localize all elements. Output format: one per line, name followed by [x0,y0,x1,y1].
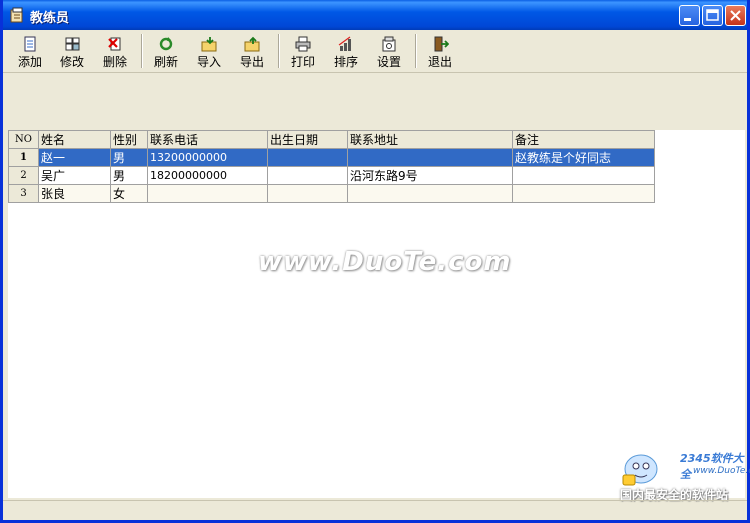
app-window: 教练员 添加 修改 删除 刷新 导入 导出 打印 排序 设置 退出 NO 姓名 … [0,0,750,523]
birthdate-cell[interactable] [267,148,348,167]
close-button[interactable] [725,5,746,26]
phone-cell[interactable]: 13200000000 [147,148,268,167]
settings-button[interactable]: 设置 [371,33,407,69]
import-button[interactable]: 导入 [191,33,227,69]
settings-label: 设置 [376,55,401,69]
phone-cell[interactable]: 18200000000 [147,166,268,185]
import-folder-icon [201,37,217,52]
print-button[interactable]: 打印 [285,33,321,69]
minimize-icon [684,18,691,21]
phone-cell[interactable] [147,184,268,203]
edit-button[interactable]: 修改 [54,33,90,69]
name-cell[interactable]: 吴广 [38,166,111,185]
remarks-cell[interactable] [512,184,655,203]
edit-label: 修改 [59,55,84,69]
exit-door-icon [434,36,449,52]
name-cell[interactable]: 张良 [38,184,111,203]
close-icon [730,10,741,21]
sort-label: 排序 [333,55,358,69]
print-label: 打印 [290,55,315,69]
export-label: 导出 [239,55,264,69]
toolbar-separator [278,34,280,68]
settings-icon [382,36,396,52]
app-icon [9,7,25,23]
delete-button[interactable]: 删除 [97,33,133,69]
column-header-no[interactable]: NO [8,130,39,149]
maximize-icon [706,9,719,21]
delete-icon [108,37,121,51]
delete-label: 删除 [102,55,127,69]
refresh-button[interactable]: 刷新 [148,33,184,69]
exit-label: 退出 [427,55,452,69]
watermark-text: www.DuoTe.com [258,247,512,277]
remarks-cell[interactable]: 赵教练是个好同志 [512,148,655,167]
sort-button[interactable]: 排序 [328,33,364,69]
table-header-row: NO 姓名 性别 联系电话 出生日期 联系地址 备注 [8,130,655,149]
address-cell[interactable]: 沿河东路9号 [347,166,513,185]
logo-url: www.DuoTe.com [693,466,750,476]
table-row[interactable]: 1 赵一 男 13200000000 赵教练是个好同志 [8,148,655,167]
table-row[interactable]: 3 张良 女 [8,184,655,203]
row-number: 3 [8,184,39,203]
coach-table[interactable]: NO 姓名 性别 联系电话 出生日期 联系地址 备注 1 赵一 男 132000… [8,130,655,203]
address-cell[interactable] [347,148,513,167]
add-button[interactable]: 添加 [12,33,48,69]
column-header-remarks[interactable]: 备注 [512,130,655,149]
birthdate-cell[interactable] [267,184,348,203]
name-cell[interactable]: 赵一 [38,148,111,167]
row-number: 2 [8,166,39,185]
edit-grid-icon [65,37,80,51]
export-folder-icon [244,36,260,52]
column-header-birthdate[interactable]: 出生日期 [267,130,348,149]
toolbar: 添加 修改 删除 刷新 导入 导出 打印 排序 设置 退出 [3,30,747,73]
printer-icon [295,36,311,52]
toolbar-separator [141,34,143,68]
title-bar[interactable]: 教练员 [3,0,747,30]
add-label: 添加 [17,55,42,69]
remarks-cell[interactable] [512,166,655,185]
row-number: 1 [8,148,39,167]
import-label: 导入 [196,55,221,69]
export-button[interactable]: 导出 [234,33,270,69]
status-bar [3,500,747,521]
gender-cell[interactable]: 女 [110,184,148,203]
gender-cell[interactable]: 男 [110,166,148,185]
table-row[interactable]: 2 吴广 男 18200000000 沿河东路9号 [8,166,655,185]
column-header-gender[interactable]: 性别 [110,130,148,149]
address-cell[interactable] [347,184,513,203]
minimize-button[interactable] [679,5,700,26]
maximize-button[interactable] [702,5,723,26]
column-header-phone[interactable]: 联系电话 [147,130,268,149]
data-grid[interactable]: NO 姓名 性别 联系电话 出生日期 联系地址 备注 1 赵一 男 132000… [8,130,745,498]
toolbar-separator [415,34,417,68]
sort-chart-icon [338,36,351,51]
column-header-name[interactable]: 姓名 [38,130,111,149]
refresh-label: 刷新 [153,55,178,69]
window-title: 教练员 [30,11,70,26]
birthdate-cell[interactable] [267,166,348,185]
add-document-icon [24,36,36,52]
exit-button[interactable]: 退出 [422,33,458,69]
gender-cell[interactable]: 男 [110,148,148,167]
refresh-icon [159,37,173,51]
filter-panel [3,73,747,129]
column-header-address[interactable]: 联系地址 [347,130,513,149]
